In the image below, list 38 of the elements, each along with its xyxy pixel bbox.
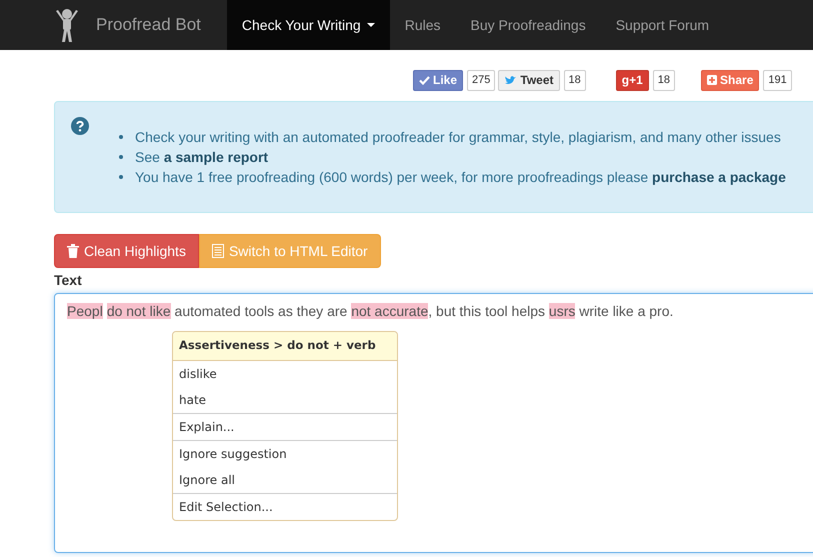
share-count: 18: [652, 70, 676, 90]
menu-item[interactable]: Explain...: [173, 414, 397, 440]
menu-item[interactable]: Ignore suggestion: [173, 441, 397, 467]
share-count: 275: [467, 70, 496, 90]
nav-link[interactable]: Check Your Writing: [226, 0, 390, 50]
brand-name[interactable]: Proofread Bot: [96, 12, 201, 38]
caret-icon: [366, 23, 375, 27]
help-icon: [71, 117, 89, 135]
info-text: See a sample report: [135, 148, 268, 167]
check-icon: [419, 76, 430, 84]
editor-text: Peopl do not like automated tools as they are not accurate, but this tool helps usrs write like a pro.: [67, 302, 674, 320]
menu-item[interactable]: dislike: [173, 361, 397, 387]
text-label: Text: [54, 271, 83, 290]
nav-link[interactable]: Rules: [390, 0, 456, 50]
like-button[interactable]: Like: [413, 70, 464, 90]
menu-item[interactable]: Edit Selection...: [173, 494, 397, 520]
tweet-button[interactable]: Tweet: [498, 70, 560, 90]
share-button[interactable]: Share: [701, 70, 760, 90]
nav-link[interactable]: Support Forum: [600, 0, 724, 50]
document-icon: [212, 244, 224, 258]
menu-item[interactable]: Ignore all: [173, 467, 397, 493]
bullet-icon: [119, 175, 123, 179]
menu-item[interactable]: hate: [173, 387, 397, 413]
share-count: 191: [763, 70, 792, 90]
menu-title: Assertiveness > do not + verb: [173, 332, 397, 361]
text-editor[interactable]: [54, 293, 813, 553]
nav-link[interactable]: Buy Proofreadings: [456, 0, 601, 50]
plusone-button[interactable]: g+1: [616, 70, 649, 90]
info-text: Check your writing with an automated proofreader for grammar, style, plagiarism, and many other issues: [135, 128, 781, 147]
share-count: 18: [564, 70, 586, 90]
info-text: You have 1 free proofreading (600 words) per week, for more proofreadings please purchase a package: [135, 168, 786, 187]
plus-icon: [707, 75, 718, 85]
bullet-icon: [119, 155, 123, 159]
clean-highlights-button[interactable]: Clean Highlights: [54, 234, 199, 268]
bullet-icon: [119, 135, 123, 139]
bird-icon: [504, 74, 518, 86]
trash-icon: [67, 244, 79, 258]
robot-logo-icon: [54, 7, 80, 43]
